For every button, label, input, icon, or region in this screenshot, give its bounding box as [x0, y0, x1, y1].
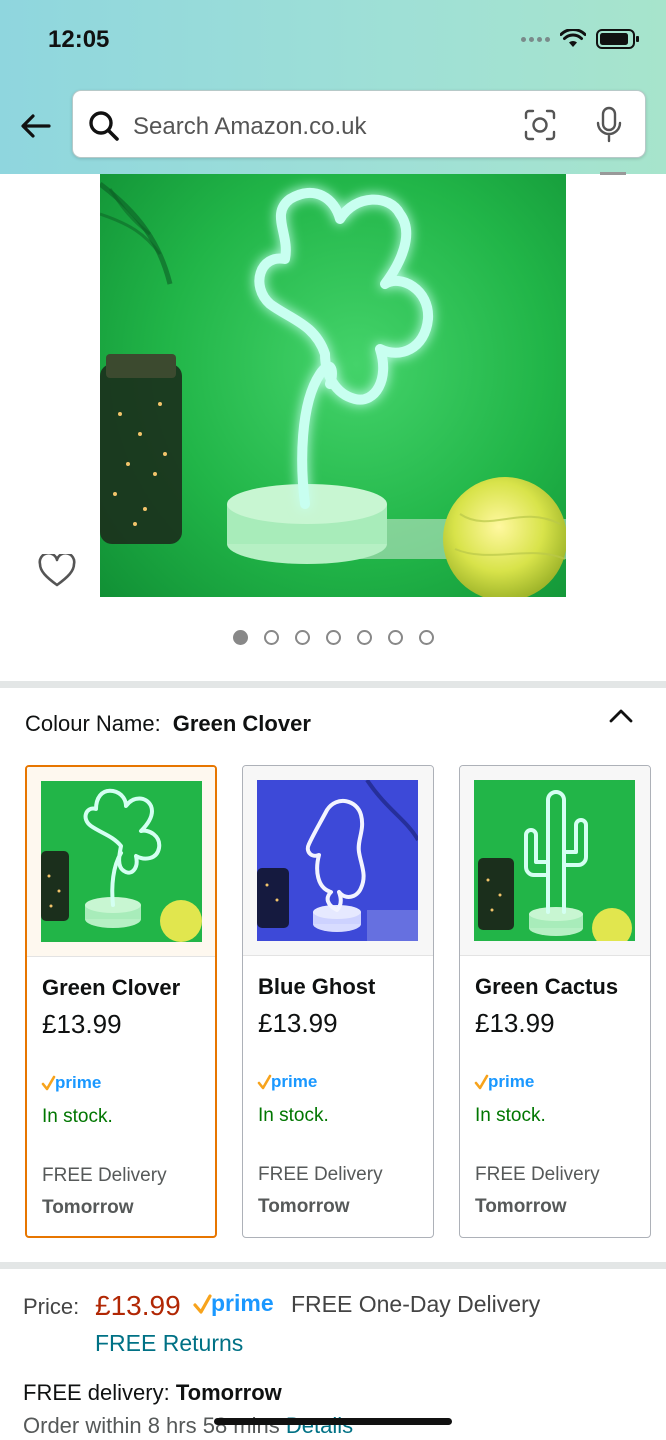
variant-image — [474, 780, 635, 941]
prime-logo-icon: prime — [41, 1073, 101, 1092]
status-time: 12:05 — [48, 26, 110, 53]
variant-stock: In stock. — [258, 1105, 329, 1126]
variant-name: Blue Ghost — [258, 974, 376, 999]
prime-text: prime — [55, 1073, 101, 1092]
chevron-up-icon[interactable] — [609, 707, 633, 725]
variant-delivery-when: Tomorrow — [475, 1196, 567, 1217]
variant-delivery-when: Tomorrow — [258, 1196, 350, 1217]
colour-name-row: Colour Name: Green Clover — [25, 711, 311, 737]
wifi-icon — [560, 29, 586, 47]
variant-price: £13.99 — [42, 1009, 122, 1039]
variant-price: £13.99 — [475, 1008, 555, 1038]
prime-logo-icon: prime — [257, 1072, 317, 1091]
home-indicator[interactable] — [214, 1418, 452, 1425]
variant-thumbnail-area — [243, 766, 433, 956]
variant-card-blue-ghost[interactable]: Blue Ghost £13.99 prime In stock. FREE D… — [242, 765, 434, 1238]
wishlist-heart-icon[interactable] — [38, 554, 76, 588]
prime-logo-icon: prime — [193, 1290, 274, 1316]
variant-thumbnail-area — [460, 766, 650, 956]
variant-delivery: FREE Delivery — [258, 1164, 383, 1185]
search-input[interactable]: Search Amazon.co.uk — [133, 113, 366, 141]
pagination-dot[interactable] — [326, 630, 341, 645]
status-icons — [521, 28, 640, 50]
variant-delivery: FREE Delivery — [475, 1164, 600, 1185]
pagination-dot[interactable] — [388, 630, 403, 645]
header: 12:05 Search Amazon.co.uk — [0, 0, 666, 174]
back-arrow-icon[interactable] — [18, 108, 54, 144]
microphone-icon[interactable] — [595, 106, 623, 144]
free-delivery-when: Tomorrow — [175, 1380, 282, 1405]
search-bar[interactable]: Search Amazon.co.uk — [72, 90, 646, 158]
image-top-indicator — [600, 172, 626, 175]
variant-delivery-when: Tomorrow — [42, 1197, 134, 1218]
variant-thumbnail-area — [27, 767, 215, 957]
variant-name: Green Cactus — [475, 974, 619, 999]
order-within-row: Order within 8 hrs 58 mins Details — [23, 1413, 353, 1439]
price-value: £13.99 — [95, 1290, 181, 1321]
prime-logo-icon: prime — [474, 1072, 534, 1091]
variant-stock: In stock. — [475, 1105, 546, 1126]
image-pagination — [233, 630, 434, 645]
variant-card-green-clover[interactable]: Green Clover £13.99 prime In stock. FREE… — [25, 765, 217, 1238]
pagination-dot[interactable] — [233, 630, 248, 645]
order-within-text: Order within 8 hrs 58 mins — [23, 1413, 280, 1438]
pagination-dot[interactable] — [295, 630, 310, 645]
section-divider — [0, 681, 666, 688]
section-divider — [0, 1262, 666, 1269]
pagination-dot[interactable] — [264, 630, 279, 645]
details-link[interactable]: Details — [286, 1413, 353, 1438]
pagination-dot[interactable] — [419, 630, 434, 645]
one-day-delivery: FREE One-Day Delivery — [291, 1291, 541, 1317]
variant-image — [257, 780, 418, 941]
variant-name: Green Clover — [42, 975, 181, 1000]
prime-text: prime — [211, 1290, 274, 1316]
battery-icon — [596, 29, 639, 49]
variant-image — [41, 781, 202, 942]
colour-name-label: Colour Name: — [25, 711, 161, 736]
variant-stock: In stock. — [42, 1106, 113, 1127]
pagination-dot[interactable] — [357, 630, 372, 645]
prime-text: prime — [271, 1072, 317, 1091]
free-delivery-label: FREE delivery: — [23, 1380, 170, 1405]
variant-card-green-cactus[interactable]: Green Cactus £13.99 prime In stock. FREE… — [459, 765, 651, 1238]
colour-name-value: Green Clover — [172, 711, 311, 736]
prime-text: prime — [488, 1072, 534, 1091]
search-icon — [89, 111, 119, 141]
cellular-signal-icon — [521, 36, 550, 42]
free-delivery-row: FREE delivery: Tomorrow — [23, 1380, 282, 1406]
camera-search-icon[interactable] — [523, 108, 557, 142]
free-returns-link[interactable]: FREE Returns — [95, 1330, 243, 1357]
price-label: Price: — [23, 1294, 80, 1319]
variant-delivery: FREE Delivery — [42, 1165, 167, 1186]
product-image[interactable] — [100, 174, 566, 597]
variant-price: £13.99 — [258, 1008, 338, 1038]
